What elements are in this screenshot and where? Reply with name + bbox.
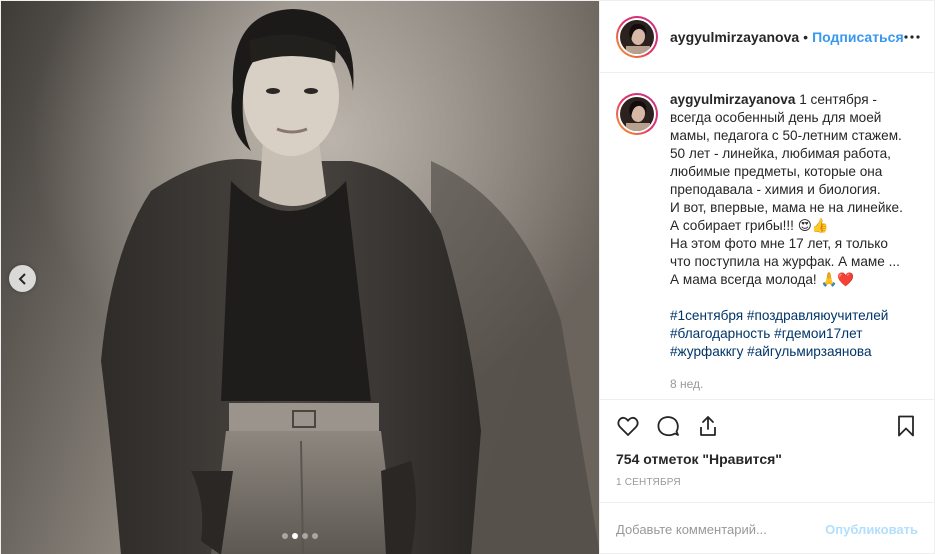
photo-image (1, 1, 599, 554)
caption-line: И вот, впервые, мама не на линейке. (670, 200, 903, 215)
caption-line: что поступила на журфак. А маме ... (670, 254, 900, 269)
share-icon (700, 415, 716, 436)
comment-bubble-icon (657, 415, 679, 436)
action-bar (600, 399, 934, 451)
chevron-left-icon (18, 272, 26, 285)
carousel-prev-button[interactable] (9, 265, 36, 292)
caption-username[interactable]: aygyulmirzayanova (670, 92, 795, 107)
avatar[interactable] (616, 15, 658, 58)
caption-area: aygyulmirzayanova 1 сентября - всегда ос… (600, 73, 934, 399)
caption: aygyulmirzayanova 1 сентября - всегда ос… (670, 91, 903, 399)
carousel-dot (282, 533, 288, 539)
comment-button[interactable] (656, 414, 680, 438)
relative-time[interactable]: 8 нед. (670, 375, 902, 393)
carousel-dot (302, 533, 308, 539)
share-button[interactable] (696, 414, 720, 438)
post-header: aygyulmirzayanova • Подписаться (600, 1, 934, 73)
bookmark-icon (898, 415, 914, 436)
caption-line: преподавала - химия и биология. (670, 182, 881, 197)
caption-line: мамы, педагога с 50-летним стажем. (670, 128, 902, 143)
hashtag-line[interactable]: #1сентября #поздравляюучителей (670, 307, 902, 325)
avatar-image (620, 19, 654, 54)
likes-count[interactable]: 754 отметок "Нравится" (600, 451, 934, 467)
caption-line: А мама всегда молода! 🙏❤️ (670, 272, 855, 287)
carousel-dot-active (292, 533, 298, 539)
hashtags: #1сентября #поздравляюучителей #благодар… (670, 307, 902, 361)
caption-avatar[interactable] (616, 93, 658, 135)
post-side-panel: aygyulmirzayanova • Подписаться aygyulmi… (599, 1, 934, 554)
separator-dot: • (803, 28, 809, 45)
hashtag-line[interactable]: #благодарность #гдемои17лет (670, 325, 902, 343)
avatar-image (620, 97, 654, 131)
instagram-post: aygyulmirzayanova • Подписаться aygyulmi… (0, 0, 935, 554)
post-date: 1 сентября (616, 477, 681, 488)
caption-line: А собирает грибы!!! 😍👍 (670, 218, 829, 233)
like-button[interactable] (616, 414, 640, 438)
carousel-indicator (1, 533, 599, 539)
publish-button[interactable]: Опубликовать (825, 522, 918, 537)
follow-button[interactable]: Подписаться (812, 29, 904, 45)
heart-icon (617, 416, 639, 436)
more-dots-icon (904, 34, 920, 39)
more-options-button[interactable] (904, 27, 920, 47)
caption-line: всегда особенный день для моей (670, 110, 882, 125)
caption-line: любимые предметы, которые она (670, 164, 883, 179)
save-button[interactable] (894, 414, 918, 438)
caption-text: 1 сентября - (799, 92, 877, 107)
carousel-dot (312, 533, 318, 539)
add-comment-bar: Опубликовать (600, 502, 934, 554)
caption-line: 50 лет - линейка, любимая работа, (670, 146, 891, 161)
post-photo[interactable] (1, 1, 599, 554)
caption-line: На этом фото мне 17 лет, я только (670, 236, 888, 251)
comment-input[interactable] (616, 521, 826, 537)
header-username[interactable]: aygyulmirzayanova (670, 29, 799, 45)
post-header-meta: aygyulmirzayanova • Подписаться (670, 29, 904, 45)
caption-first-line: aygyulmirzayanova 1 сентября - (670, 91, 902, 109)
hashtag-line[interactable]: #журфаккгу #айгульмирзаянова (670, 343, 902, 361)
